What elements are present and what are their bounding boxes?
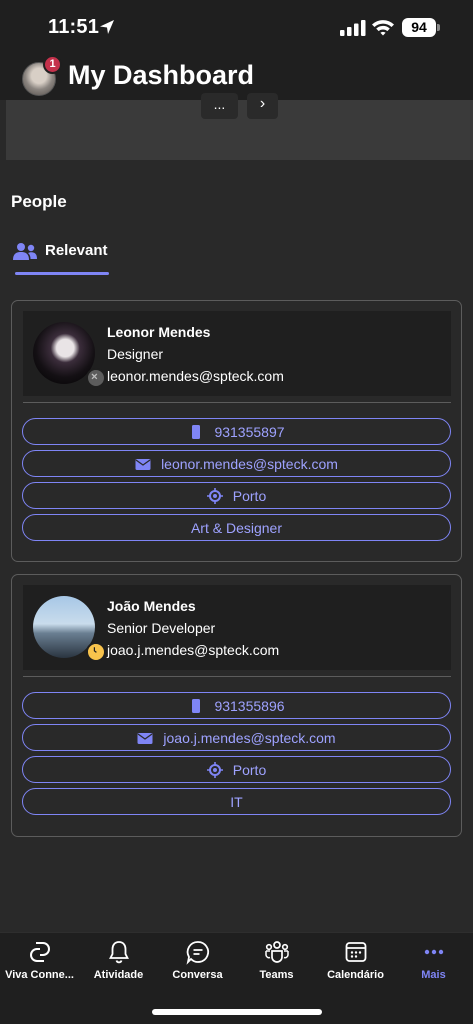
calendar-icon: [345, 942, 366, 962]
tab-active-indicator: [15, 272, 109, 275]
tab-relevant[interactable]: Relevant: [13, 238, 109, 276]
department-label: IT: [230, 793, 243, 810]
top-bar: 11:51 94 1 My Dashboard: [0, 0, 473, 100]
person-email: joao.j.mendes@spteck.com: [107, 642, 280, 658]
next-button[interactable]: ›: [247, 93, 278, 119]
phone-icon: [192, 698, 201, 713]
nav-item-viva-connections[interactable]: Viva Conne...: [0, 939, 79, 989]
person-name: Leonor Mendes: [107, 324, 211, 340]
status-time: 11:51: [48, 16, 100, 38]
department-button[interactable]: Art & Designer: [22, 514, 451, 541]
person-card: Leonor Mendes Designer leonor.mendes@spt…: [11, 300, 462, 562]
nav-label: Teams: [259, 969, 294, 981]
presence-offline-icon: [86, 368, 106, 388]
content-strip: [6, 100, 473, 160]
department-label: Art & Designer: [190, 519, 283, 536]
location-label: Porto: [232, 487, 267, 504]
wifi-icon: [372, 20, 394, 36]
battery-tip: [437, 24, 440, 31]
nav-label: Conversa: [172, 969, 223, 981]
email-button[interactable]: leonor.mendes@spteck.com: [22, 450, 451, 477]
location-label: Porto: [232, 761, 267, 778]
person-email: leonor.mendes@spteck.com: [107, 368, 284, 384]
location-icon: [206, 761, 223, 778]
presence-away-icon: [86, 642, 106, 662]
status-bar: 11:51 94: [0, 0, 473, 54]
divider: [23, 676, 451, 677]
person-header[interactable]: Leonor Mendes Designer leonor.mendes@spt…: [23, 311, 451, 396]
location-button[interactable]: Porto: [22, 756, 451, 783]
cellular-signal-icon: [340, 20, 366, 36]
department-button[interactable]: IT: [22, 788, 451, 815]
location-arrow-icon: [100, 20, 114, 34]
email-button[interactable]: joao.j.mendes@spteck.com: [22, 724, 451, 751]
person-card: João Mendes Senior Developer joao.j.mend…: [11, 574, 462, 837]
person-header[interactable]: João Mendes Senior Developer joao.j.mend…: [23, 585, 451, 670]
phone-label: 931355896: [214, 697, 285, 714]
more-options-button[interactable]: ...: [201, 93, 238, 119]
people-icon: [13, 243, 37, 260]
nav-item-teams[interactable]: Teams: [237, 939, 316, 989]
phone-label: 931355897: [214, 423, 285, 440]
mail-icon: [135, 458, 151, 470]
bell-icon: [108, 941, 129, 964]
nav-item-calendario[interactable]: Calendário: [316, 939, 395, 989]
phone-button[interactable]: 931355897: [22, 418, 451, 445]
mail-icon: [137, 732, 153, 744]
home-indicator[interactable]: [152, 1009, 322, 1015]
person-role: Designer: [107, 346, 164, 362]
phone-icon: [192, 424, 201, 439]
email-label: joao.j.mendes@spteck.com: [163, 729, 336, 746]
location-button[interactable]: Porto: [22, 482, 451, 509]
tab-relevant-label: Relevant: [45, 242, 108, 259]
location-icon: [206, 487, 223, 504]
nav-item-conversa[interactable]: Conversa: [158, 939, 237, 989]
teams-icon: [264, 941, 289, 963]
notification-badge: 1: [43, 55, 62, 74]
people-section-title: People: [11, 192, 67, 211]
chat-icon: [186, 941, 209, 965]
nav-label: Calendário: [327, 969, 384, 981]
nav-item-mais[interactable]: Mais: [394, 939, 473, 989]
viva-connections-icon: [29, 942, 50, 962]
nav-label: Mais: [421, 969, 446, 981]
person-role: Senior Developer: [107, 620, 216, 636]
email-label: leonor.mendes@spteck.com: [161, 455, 338, 472]
phone-button[interactable]: 931355896: [22, 692, 451, 719]
nav-label: Viva Conne...: [5, 969, 74, 981]
person-name: João Mendes: [107, 598, 196, 614]
divider: [23, 402, 451, 403]
more-icon: [424, 949, 443, 955]
page-title: My Dashboard: [68, 60, 255, 90]
nav-item-atividade[interactable]: Atividade: [79, 939, 158, 989]
battery-indicator: 94: [402, 18, 436, 37]
nav-label: Atividade: [93, 969, 144, 981]
